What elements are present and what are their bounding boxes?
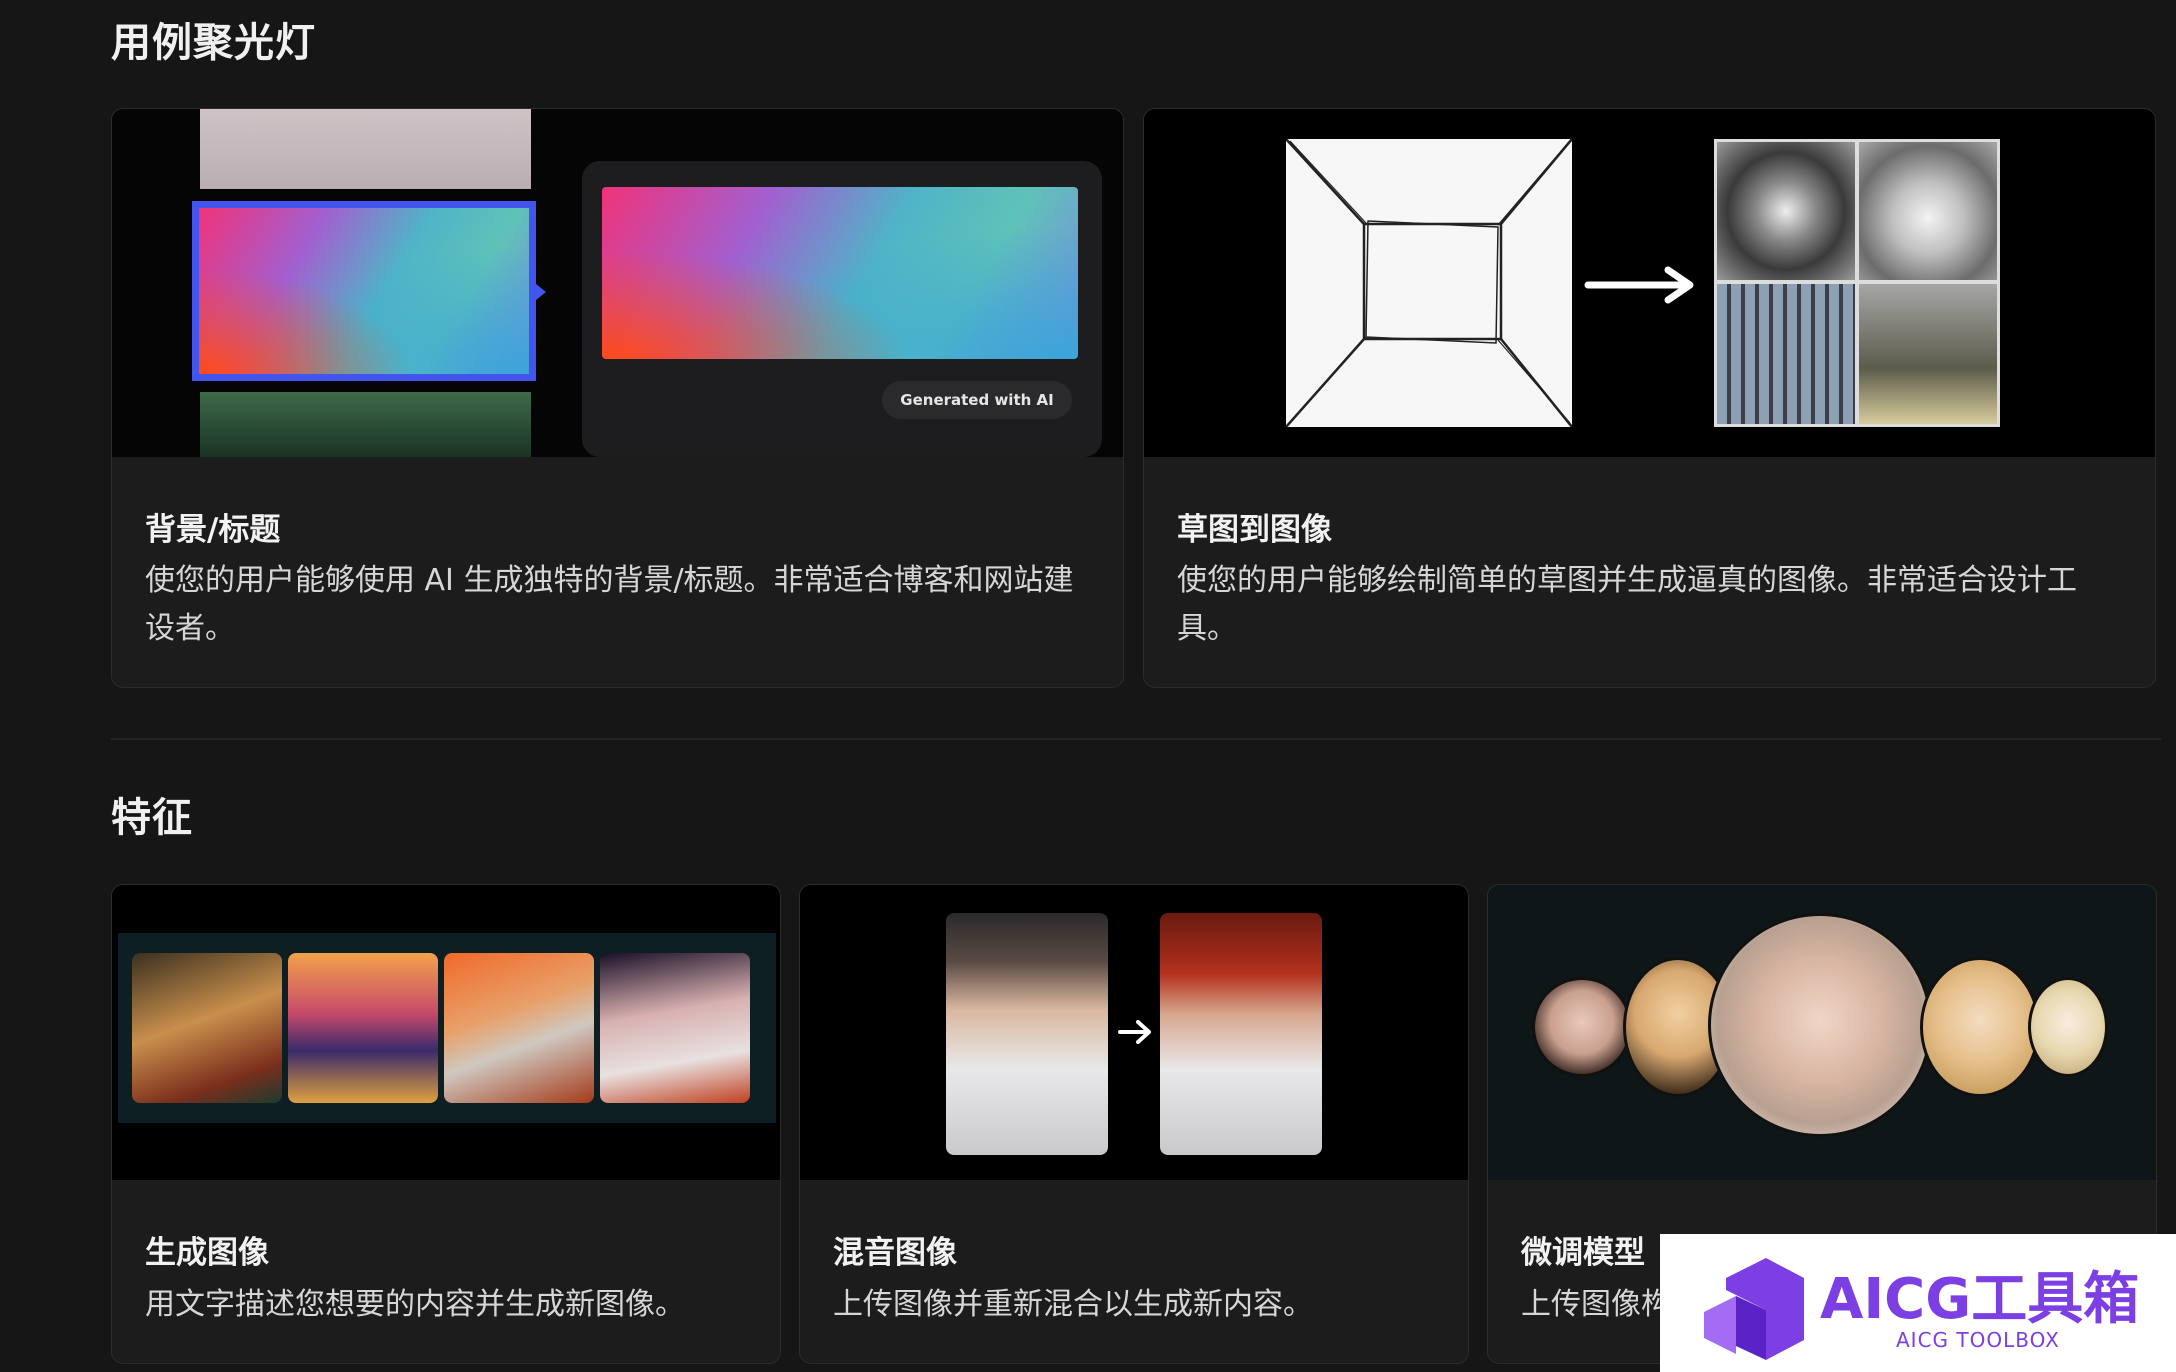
room-sketch-thumb xyxy=(1285,138,1573,428)
card-description: 使您的用户能够使用 AI 生成独特的背景/标题。非常适合博客和网站建设者。 xyxy=(145,563,1074,646)
anime-girl-thumb xyxy=(600,953,750,1103)
watermark-sub: AICG TOOLBOX xyxy=(1896,1328,2060,1352)
generate-preview-image xyxy=(112,885,780,1180)
room-render-1 xyxy=(1717,142,1855,280)
watermark-logo: AICG工具箱 AICG TOOLBOX xyxy=(1660,1234,2176,1372)
card-title: 微调模型 xyxy=(1521,1235,1645,1271)
feature-card-remix[interactable]: 混音图像 上传图像并重新混合以生成新内容。 xyxy=(799,884,1469,1364)
card-title: 生成图像 xyxy=(145,1235,269,1271)
card-description: 上传图像并重新混合以生成新内容。 xyxy=(833,1287,1313,1322)
face-thumb-main xyxy=(1708,913,1932,1137)
image-strip xyxy=(118,933,776,1123)
sketch-lines xyxy=(1285,138,1573,428)
remix-preview-image xyxy=(800,885,1468,1180)
usecase-card-background[interactable]: Generated with AI 背景/标题 使您的用户能够使用 AI 生成独… xyxy=(111,108,1124,688)
feature-card-generate[interactable]: 生成图像 用文字描述您想要的内容并生成新图像。 xyxy=(111,884,781,1364)
card-title: 混音图像 xyxy=(833,1235,957,1271)
original-portrait-thumb xyxy=(946,913,1108,1155)
remixed-portrait-thumb xyxy=(1160,913,1322,1155)
room-render-3 xyxy=(1717,284,1855,424)
aicg-logo-icon xyxy=(1704,1258,1804,1360)
arrow-right-icon xyxy=(1584,266,1694,304)
preview-panel: Generated with AI xyxy=(582,161,1102,457)
card-title: 草图到图像 xyxy=(1177,512,1332,548)
spotlight-heading: 用例聚光灯 xyxy=(111,20,316,66)
finetune-preview-image xyxy=(1488,885,2156,1180)
arrow-right-icon xyxy=(1118,1020,1151,1044)
card-title: 背景/标题 xyxy=(145,512,281,548)
feather-texture-thumb xyxy=(200,109,531,189)
face-thumb-4 xyxy=(1920,957,2040,1097)
room-render-4 xyxy=(1859,284,1997,424)
card-description: 使您的用户能够绘制简单的草图并生成逼真的图像。非常适合设计工具。 xyxy=(1177,563,2077,646)
card-description: 用文字描述您想要的内容并生成新图像。 xyxy=(145,1287,685,1322)
bridge-car-thumb xyxy=(288,953,438,1103)
room-render-2 xyxy=(1859,142,1997,280)
face-thumb-1 xyxy=(1532,977,1632,1077)
section-divider xyxy=(111,738,2161,740)
forest-waterfall-thumb xyxy=(200,392,531,457)
couple-portrait-thumb xyxy=(132,953,282,1103)
gradient-selected-thumb xyxy=(192,201,536,381)
generated-with-ai-badge: Generated with AI xyxy=(882,381,1072,419)
astronaut-thumb xyxy=(444,953,594,1103)
sketch-preview-image xyxy=(1144,109,2155,457)
generated-rooms-grid xyxy=(1714,139,2000,427)
pointer-arrow-icon xyxy=(536,284,546,300)
face-thumb-5 xyxy=(2028,977,2108,1077)
watermark-brand: AICG工具箱 xyxy=(1820,1267,2140,1332)
features-heading: 特征 xyxy=(111,795,193,841)
background-preview-image: Generated with AI xyxy=(112,109,1123,457)
usecase-card-sketch[interactable]: 草图到图像 使您的用户能够绘制简单的草图并生成逼真的图像。非常适合设计工具。 xyxy=(1143,108,2156,688)
generated-gradient-banner xyxy=(602,187,1078,359)
